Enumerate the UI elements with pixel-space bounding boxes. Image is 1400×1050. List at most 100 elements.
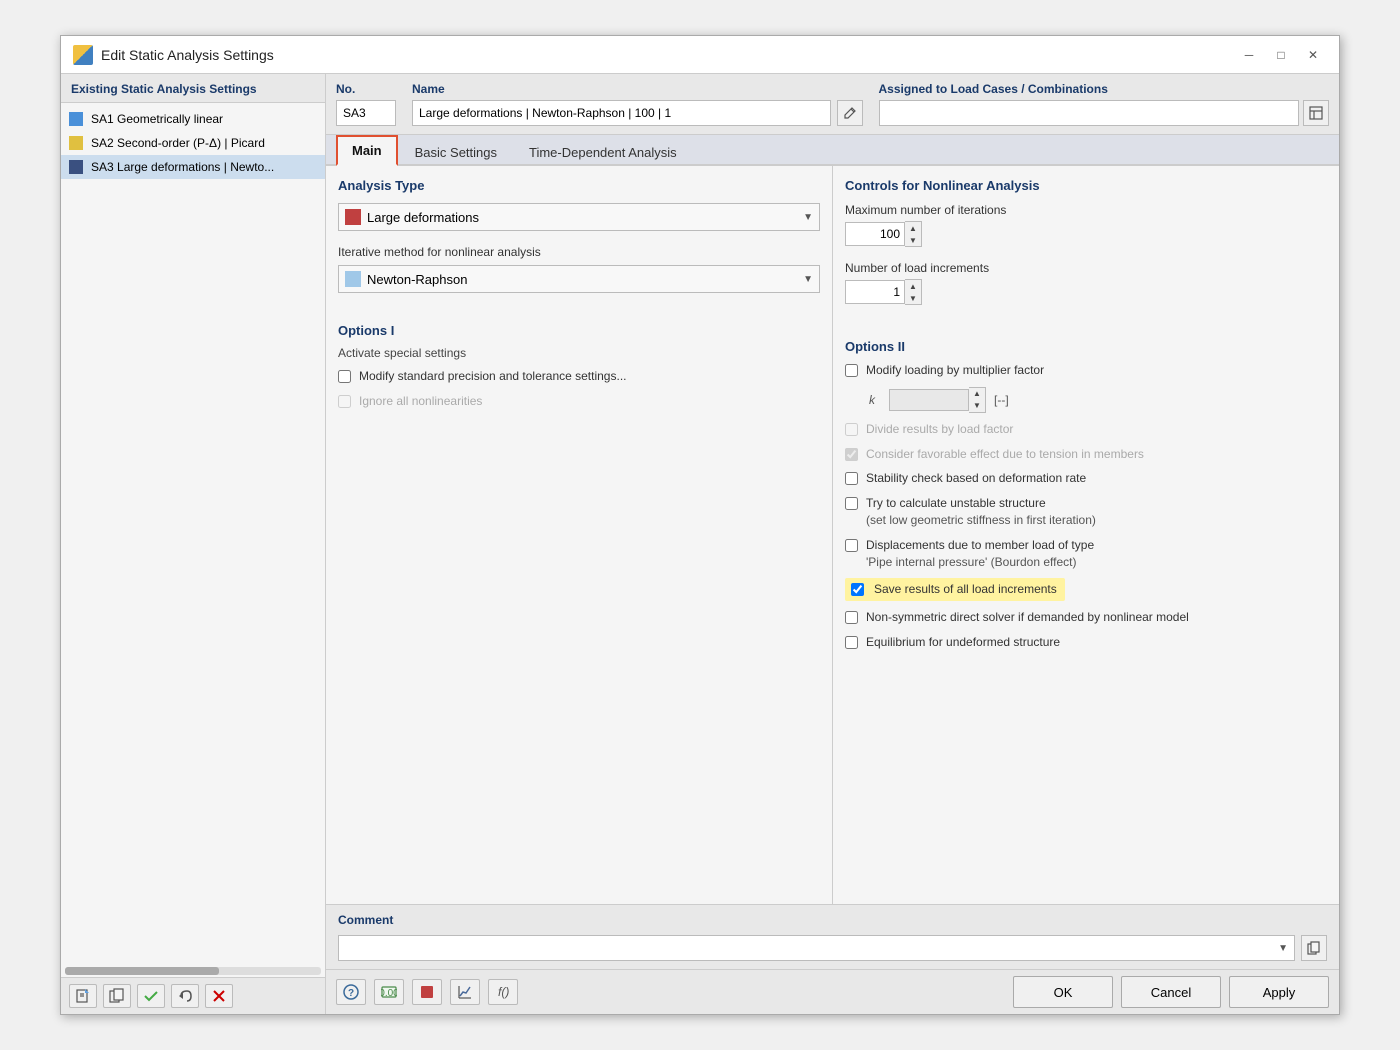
comment-inner: ▼ — [338, 935, 1327, 961]
right-panel: No. Name Assigned to Load Cases / Combin… — [326, 74, 1339, 1014]
options-i-title: Options I — [338, 323, 820, 338]
k-input[interactable] — [889, 389, 969, 411]
sidebar-item-label-sa1: SA1 Geometrically linear — [91, 112, 223, 126]
stability-row: Stability check based on deformation rat… — [845, 470, 1327, 487]
modify-loading-checkbox[interactable] — [845, 364, 858, 377]
window-title: Edit Static Analysis Settings — [101, 47, 274, 63]
analysis-type-select[interactable]: Large deformations ▼ — [338, 203, 820, 231]
sidebar-item-sa1[interactable]: SA1 Geometrically linear — [61, 107, 325, 131]
comment-dropdown: ▼ — [338, 935, 1295, 961]
unstable-checkbox[interactable] — [845, 497, 858, 510]
sidebar-item-sa3[interactable]: SA3 Large deformations | Newto... — [61, 155, 325, 179]
no-input[interactable] — [336, 100, 396, 126]
col-left: Analysis Type Large deformations ▼ Itera… — [326, 166, 833, 904]
assigned-input[interactable] — [879, 100, 1300, 126]
save-results-container: Save results of all load increments — [845, 578, 1327, 609]
analysis-type-dropdown-row: Large deformations ▼ — [338, 203, 820, 231]
num-increments-label: Number of load increments — [845, 261, 1327, 275]
k-spinbox-btns: ▲ ▼ — [969, 387, 986, 413]
max-iter-spinbox: ▲ ▼ — [845, 221, 1327, 247]
sidebar: Existing Static Analysis Settings SA1 Ge… — [61, 74, 326, 1014]
num-increments-input[interactable] — [845, 280, 905, 304]
cancel-button[interactable]: Cancel — [1121, 976, 1221, 1008]
k-row: k ▲ ▼ [--] — [869, 387, 1327, 413]
app-icon — [73, 45, 93, 65]
divide-results-row: Divide results by load factor — [845, 421, 1327, 438]
assigned-label: Assigned to Load Cases / Combinations — [879, 82, 1330, 96]
sidebar-item-label-sa2: SA2 Second-order (P-Δ) | Picard — [91, 136, 265, 150]
zero-value-button[interactable]: 0.00 — [374, 979, 404, 1005]
duplicate-item-button[interactable] — [103, 984, 131, 1008]
col-right: Controls for Nonlinear Analysis Maximum … — [833, 166, 1339, 904]
undo-button[interactable] — [171, 984, 199, 1008]
name-input[interactable] — [412, 100, 831, 126]
tab-main[interactable]: Main — [336, 135, 398, 166]
iterative-method-arrow: ▼ — [803, 274, 813, 285]
comment-section: Comment ▼ — [326, 904, 1339, 969]
iterative-method-select[interactable]: Newton-Raphson ▼ — [338, 265, 820, 293]
favorable-label: Consider favorable effect due to tension… — [866, 446, 1144, 463]
main-content: Existing Static Analysis Settings SA1 Ge… — [61, 74, 1339, 1014]
unstable-label: Try to calculate unstable structure(set … — [866, 495, 1096, 529]
close-button[interactable]: ✕ — [1299, 44, 1327, 66]
minimize-button[interactable]: ─ — [1235, 44, 1263, 66]
tab-content: Analysis Type Large deformations ▼ Itera… — [326, 166, 1339, 904]
iterative-method-color — [345, 271, 361, 287]
k-up[interactable]: ▲ — [969, 388, 985, 400]
red-square-button[interactable] — [412, 979, 442, 1005]
name-field-group: Name — [412, 82, 863, 126]
comment-copy-button[interactable] — [1301, 935, 1327, 961]
ok-button[interactable]: OK — [1013, 976, 1113, 1008]
save-results-label: Save results of all load increments — [872, 581, 1059, 598]
edit-name-button[interactable] — [837, 100, 863, 126]
num-increments-up[interactable]: ▲ — [905, 280, 921, 292]
k-down[interactable]: ▼ — [969, 400, 985, 412]
num-increments-spinbox: ▲ ▼ — [845, 279, 1327, 305]
options-ii-section: Options II Modify loading by multiplier … — [845, 339, 1327, 651]
max-iter-down[interactable]: ▼ — [905, 234, 921, 246]
tab-time[interactable]: Time-Dependent Analysis — [514, 138, 692, 166]
title-buttons: ─ □ ✕ — [1235, 44, 1327, 66]
help-button[interactable]: ? — [336, 979, 366, 1005]
bottom-toolbar: ? 0.00 f() OK — [326, 969, 1339, 1014]
analysis-type-value: Large deformations — [367, 210, 479, 225]
max-iter-up[interactable]: ▲ — [905, 222, 921, 234]
controls-title: Controls for Nonlinear Analysis — [845, 178, 1327, 193]
chart-button[interactable] — [450, 979, 480, 1005]
analysis-type-arrow: ▼ — [803, 212, 813, 223]
nonlinear-checkbox[interactable] — [338, 395, 351, 408]
sidebar-item-sa2[interactable]: SA2 Second-order (P-Δ) | Picard — [61, 131, 325, 155]
comment-label: Comment — [338, 913, 1327, 927]
max-iter-input[interactable] — [845, 222, 905, 246]
stability-checkbox[interactable] — [845, 472, 858, 485]
maximize-button[interactable]: □ — [1267, 44, 1295, 66]
function-button[interactable]: f() — [488, 979, 518, 1005]
precision-checkbox[interactable] — [338, 370, 351, 383]
iterative-method-inner: Newton-Raphson — [345, 271, 467, 287]
favorable-checkbox[interactable] — [845, 448, 858, 461]
comment-arrow: ▼ — [1278, 943, 1288, 954]
sidebar-scrollbar[interactable] — [65, 967, 321, 975]
new-item-button[interactable] — [69, 984, 97, 1008]
check-button[interactable] — [137, 984, 165, 1008]
displacements-checkbox[interactable] — [845, 539, 858, 552]
sa1-color — [69, 112, 83, 126]
divide-results-checkbox[interactable] — [845, 423, 858, 436]
apply-button[interactable]: Apply — [1229, 976, 1329, 1008]
non-symmetric-checkbox[interactable] — [845, 611, 858, 624]
sidebar-list: SA1 Geometrically linear SA2 Second-orde… — [61, 103, 325, 965]
k-unit: [--] — [994, 393, 1009, 407]
tab-basic[interactable]: Basic Settings — [400, 138, 512, 166]
dialog-buttons: OK Cancel Apply — [1013, 976, 1329, 1008]
activate-special-label: Activate special settings — [338, 346, 820, 360]
delete-button[interactable] — [205, 984, 233, 1008]
analysis-type-color — [345, 209, 361, 225]
save-results-row: Save results of all load increments — [845, 578, 1065, 601]
assigned-edit-button[interactable] — [1303, 100, 1329, 126]
num-increments-down[interactable]: ▼ — [905, 292, 921, 304]
save-results-checkbox[interactable] — [851, 583, 864, 596]
equilibrium-checkbox[interactable] — [845, 636, 858, 649]
title-bar: Edit Static Analysis Settings ─ □ ✕ — [61, 36, 1339, 74]
svg-text:?: ? — [348, 988, 354, 999]
comment-input-area: ▼ — [338, 935, 1327, 961]
